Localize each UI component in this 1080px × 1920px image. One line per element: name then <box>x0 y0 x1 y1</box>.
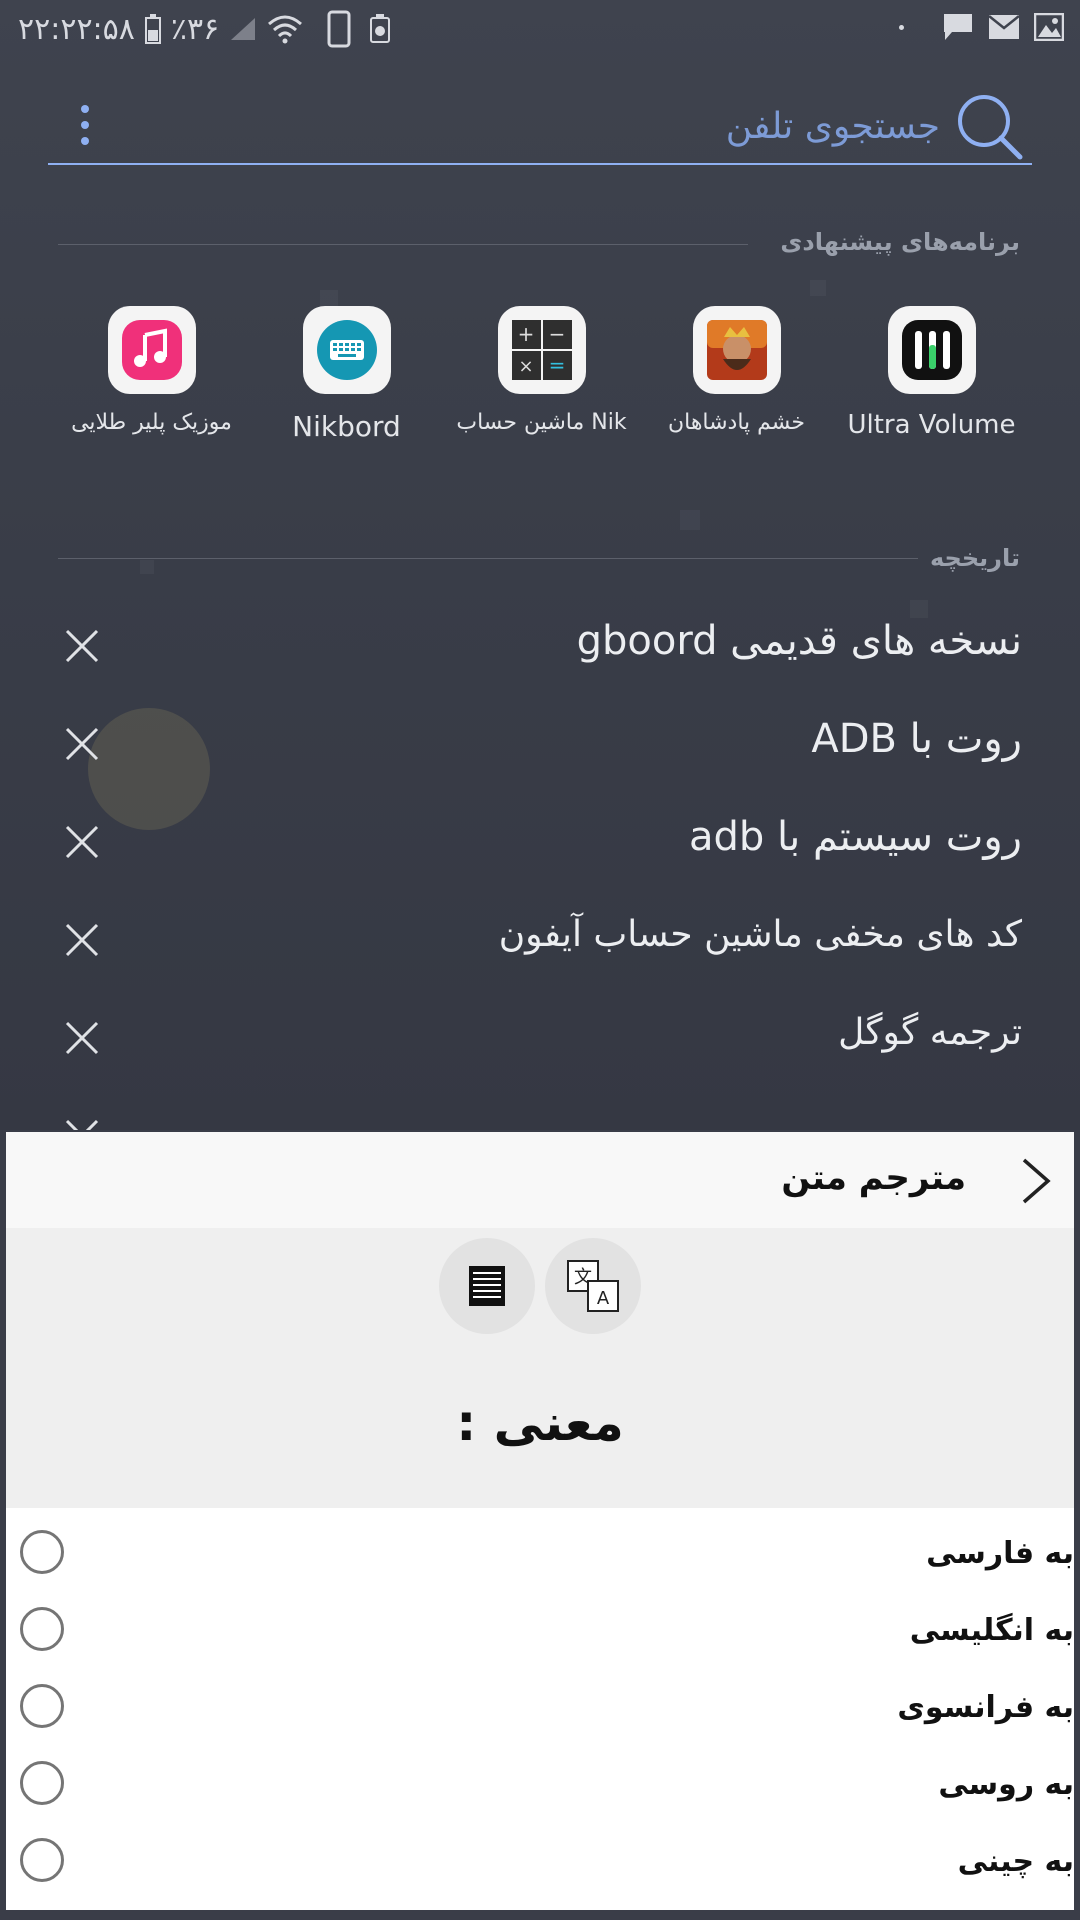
app-nik-calculator[interactable]: + − × = ماشین حساب Nik <box>444 306 639 435</box>
language-label: به روسی <box>938 1767 1074 1802</box>
image-icon <box>1034 13 1064 41</box>
close-icon <box>65 1119 99 1130</box>
app-nikbord[interactable]: Nikbord <box>249 306 444 443</box>
calculator-icon: + − × = <box>497 306 586 394</box>
battery-icon <box>144 14 161 44</box>
svg-text:×: × <box>518 356 533 377</box>
translator-header: مترجم متن <box>6 1132 1074 1228</box>
language-label: به فرانسوی <box>897 1690 1074 1725</box>
dot-indicator <box>899 24 904 30</box>
close-icon[interactable] <box>64 922 100 958</box>
launcher-search-screen: ۲۲:۲۲:۵۸ ٪۳۶ <box>0 0 1080 1130</box>
history-item-text: کد های مخفی ماشین حساب آیفون <box>498 914 1022 955</box>
background-decor <box>680 510 700 530</box>
mail-icon <box>988 15 1020 39</box>
app-label: موزیک پلیر طلایی <box>71 410 232 435</box>
music-icon <box>107 306 196 394</box>
more-options-icon[interactable] <box>70 101 100 151</box>
language-option[interactable]: به چینی <box>6 1828 1074 1905</box>
status-bar: ۲۲:۲۲:۵۸ ٪۳۶ <box>0 0 1080 60</box>
app-golden-music-player[interactable]: موزیک پلیر طلایی <box>54 306 249 435</box>
text-translator-panel: مترجم متن 文 A معنی : به فارسی به انگلیسی… <box>6 1132 1074 1910</box>
app-label: خشم پادشاهان <box>667 410 806 435</box>
meaning-label: معنی : <box>456 1394 624 1452</box>
recycle-battery-icon <box>370 14 391 43</box>
phone-icon <box>327 10 351 48</box>
close-icon[interactable] <box>64 824 100 860</box>
history-item-text: روت با ADB <box>811 716 1022 762</box>
equalizer-icon <box>887 306 976 394</box>
close-icon[interactable] <box>64 1020 100 1056</box>
radio-button[interactable] <box>20 1761 64 1805</box>
close-icon[interactable] <box>64 726 100 762</box>
language-label: به انگلیسی <box>909 1613 1074 1648</box>
history-item-text: ترجمه گوگل <box>838 1012 1022 1053</box>
history-item[interactable]: کد های مخفی ماشین حساب آیفون <box>56 900 1022 980</box>
translate-button[interactable]: 文 A <box>545 1238 641 1334</box>
language-option[interactable]: به فرانسوی <box>6 1674 1074 1751</box>
background-decor <box>140 560 154 574</box>
suggested-divider <box>58 244 748 245</box>
radio-button[interactable] <box>20 1684 64 1728</box>
history-divider <box>58 558 918 559</box>
svg-text:A: A <box>597 1288 610 1309</box>
close-icon[interactable] <box>64 628 100 664</box>
wifi-icon <box>268 15 303 44</box>
history-item-text: روت سیستم با adb <box>688 814 1022 860</box>
language-option[interactable]: به روسی <box>6 1751 1074 1828</box>
search-bar <box>48 95 1032 165</box>
suggested-apps: Ultra Volume خشم پادشاهان + − × = ماشین … <box>0 306 1080 446</box>
history-title: تاریخچه <box>930 544 1020 572</box>
message-icon <box>944 14 972 40</box>
battery-percent: ٪۳۶ <box>170 11 220 47</box>
history-item[interactable]: روت سیستم با adb <box>56 802 1022 882</box>
document-icon <box>469 1266 505 1306</box>
search-icon[interactable] <box>954 91 1024 161</box>
status-right <box>899 12 1064 42</box>
svg-text:−: − <box>548 322 565 346</box>
app-ultra-volume[interactable]: Ultra Volume <box>834 306 1029 440</box>
history-item[interactable]: ترجمه گوگل <box>56 998 1022 1078</box>
king-game-icon <box>692 306 781 394</box>
language-options: به فارسی به انگلیسی به فرانسوی به روسی ب… <box>6 1508 1074 1910</box>
history-item[interactable]: روت با ADB <box>56 704 1022 784</box>
radio-button[interactable] <box>20 1838 64 1882</box>
radio-button[interactable] <box>20 1530 64 1574</box>
svg-text:+: + <box>517 322 534 346</box>
translate-icon: 文 A <box>567 1260 619 1312</box>
document-button[interactable] <box>439 1238 535 1334</box>
app-label: ماشین حساب Nik <box>456 410 627 435</box>
search-input[interactable] <box>158 95 942 157</box>
svg-text:=: = <box>548 353 565 377</box>
language-option[interactable]: به فارسی <box>6 1520 1074 1597</box>
signal-icon <box>231 18 256 40</box>
history-item-text: نسخه های قدیمی gboord <box>576 618 1022 664</box>
chevron-right-icon[interactable] <box>1016 1156 1056 1206</box>
translator-title: مترجم متن <box>781 1158 966 1198</box>
clock: ۲۲:۲۲:۵۸ <box>18 11 135 47</box>
app-label: Ultra Volume <box>847 410 1016 440</box>
history-item[interactable]: نسخه های قدیمی gboord <box>56 606 1022 686</box>
radio-button[interactable] <box>20 1607 64 1651</box>
language-label: به چینی <box>957 1844 1074 1879</box>
language-label: به فارسی <box>926 1536 1074 1571</box>
status-left: ۲۲:۲۲:۵۸ ٪۳۶ <box>18 10 391 48</box>
language-option[interactable]: به انگلیسی <box>6 1597 1074 1674</box>
suggested-apps-title: برنامه‌های پیشنهادی <box>780 228 1020 256</box>
app-king-game[interactable]: خشم پادشاهان <box>639 306 834 435</box>
keyboard-icon <box>302 306 391 394</box>
background-decor <box>810 280 826 296</box>
app-label: Nikbord <box>292 410 401 443</box>
